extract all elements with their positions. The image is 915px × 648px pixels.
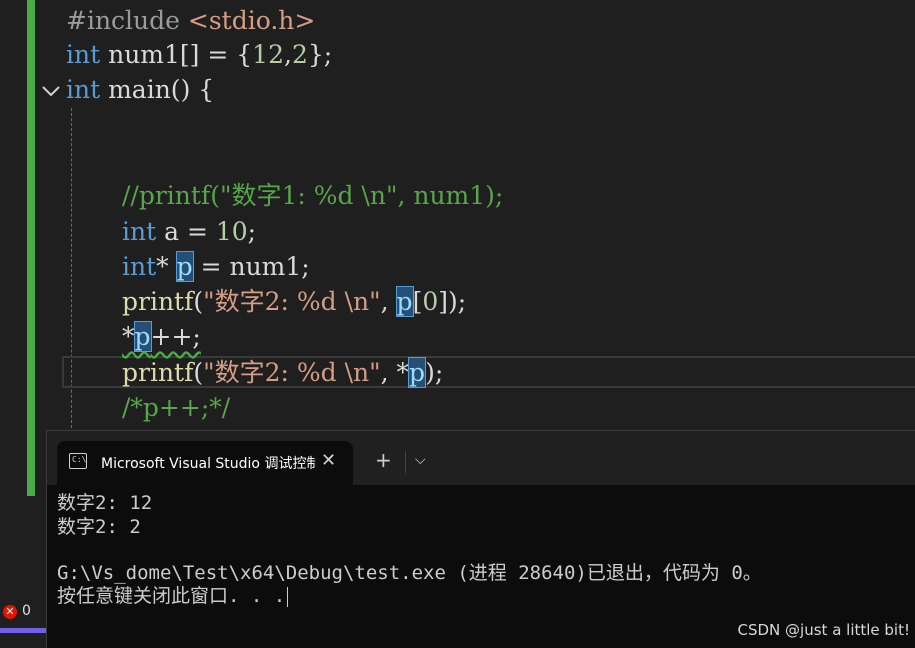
include-header: <stdio.h> (187, 6, 316, 35)
new-tab-button[interactable]: + (375, 448, 392, 472)
code-text: ( (193, 358, 204, 387)
code-text: ; (247, 217, 257, 246)
code-text: * (122, 322, 135, 351)
number-literal: 10 (215, 217, 248, 246)
console-output-line: 数字2: 12 (57, 492, 153, 514)
code-line-comment-1[interactable]: //printf("数字1: %d \n", num1); (122, 179, 503, 213)
keyword: int (122, 252, 157, 281)
keyword: int (66, 40, 101, 69)
code-text: ++; (150, 322, 201, 351)
string-literal: "数字2: %d \n" (203, 358, 381, 387)
string-literal: "数字2: %d \n" (203, 287, 381, 316)
code-line-1[interactable]: #include <stdio.h> (66, 4, 315, 38)
error-count[interactable]: 0 (22, 603, 31, 619)
watermark: CSDN @just a little bit! (737, 621, 910, 639)
code-text: }; (307, 40, 333, 69)
code-text: [ (412, 287, 423, 316)
code-line-2[interactable]: int num1[] = {12,2}; (66, 38, 332, 72)
number-literal: 0 (422, 287, 439, 316)
highlighted-symbol-p[interactable]: p (175, 251, 194, 282)
code-line-3[interactable]: int main() { (66, 73, 214, 107)
fold-chevron-icon[interactable] (40, 80, 62, 102)
code-text: num1[] = { (100, 40, 253, 69)
keyword: int (66, 75, 101, 104)
close-icon[interactable]: ✕ (321, 450, 336, 471)
status-accent-bar (0, 628, 46, 633)
terminal-tab-strip: C:\ Microsoft Visual Studio 调试控制台 ✕ + ⌵ (47, 431, 915, 485)
code-line-5[interactable]: int a = 10; (122, 215, 256, 249)
code-line-6[interactable]: int* p = num1; (122, 250, 310, 284)
code-text: * (156, 252, 177, 281)
tab-separator (405, 451, 406, 473)
function-name: printf (122, 358, 194, 387)
code-text: ( (193, 287, 204, 316)
debug-console-window[interactable]: C:\ Microsoft Visual Studio 调试控制台 ✕ + ⌵ … (46, 430, 915, 648)
console-icon: C:\ (69, 453, 87, 469)
console-output-line: G:\Vs_dome\Test\x64\Debug\test.exe (进程 2… (57, 562, 762, 584)
code-text: = num1; (192, 252, 310, 281)
tab-title: Microsoft Visual Studio 调试控制台 (101, 456, 316, 472)
code-text: main() { (100, 75, 215, 104)
console-prompt-text: 按任意键关闭此窗口. . . (57, 585, 286, 607)
preprocessor-directive: #include (66, 6, 188, 35)
code-text: ]); (438, 287, 467, 316)
highlighted-symbol-p[interactable]: p (395, 286, 414, 317)
code-text: , * (380, 358, 410, 387)
code-text: ); (425, 358, 444, 387)
code-text: , (283, 40, 292, 69)
number-literal: 2 (291, 40, 308, 69)
terminal-tab[interactable]: C:\ Microsoft Visual Studio 调试控制台 ✕ (57, 441, 353, 485)
text-cursor (287, 586, 289, 607)
code-line-7[interactable]: printf("数字2: %d \n", p[0]); (122, 285, 466, 319)
code-text: a = (156, 217, 216, 246)
highlighted-symbol-p[interactable]: p (408, 357, 427, 388)
error-circle-icon[interactable]: ✕ (3, 605, 17, 619)
code-line-8[interactable]: *p++; (122, 320, 201, 354)
change-tracking-bar (27, 0, 35, 496)
number-literal: 12 (252, 40, 284, 69)
highlighted-symbol-p[interactable]: p (133, 321, 152, 352)
code-text: , (380, 287, 397, 316)
console-output-line: 数字2: 2 (57, 516, 141, 538)
function-name: printf (122, 287, 194, 316)
keyword: int (122, 217, 157, 246)
console-prompt-line[interactable]: 按任意键关闭此窗口. . . (57, 584, 289, 608)
chevron-down-icon[interactable]: ⌵ (415, 452, 426, 468)
code-line-9[interactable]: printf("数字2: %d \n", *p); (122, 356, 443, 390)
code-line-comment-2[interactable]: /*p++;*/ (122, 391, 230, 425)
